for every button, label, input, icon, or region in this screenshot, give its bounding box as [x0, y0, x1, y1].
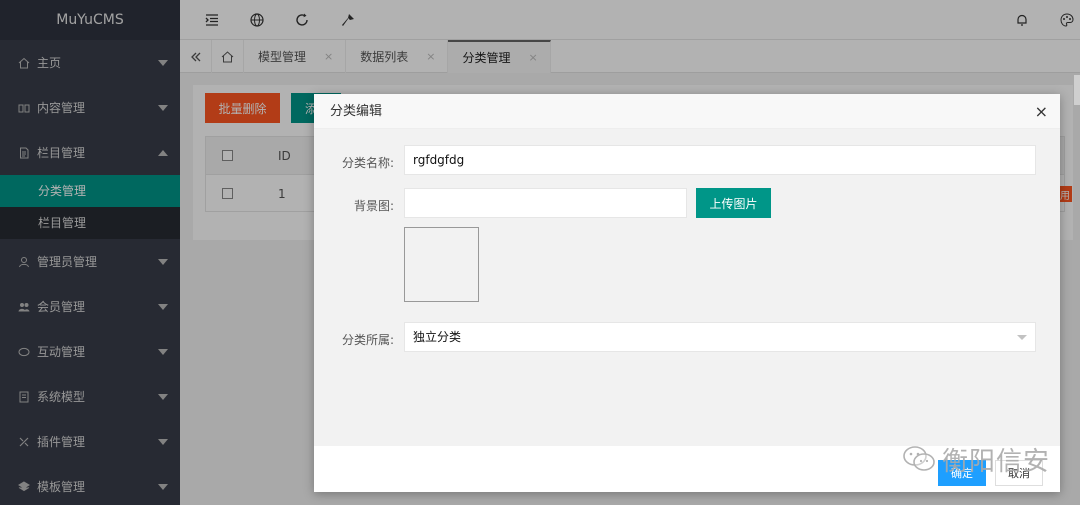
category-belong-label: 分类所属: [341, 333, 394, 347]
watermark-text: 衡阳信安 [942, 446, 1051, 477]
wechat-icon [903, 446, 935, 471]
category-name-label: 分类名称: [341, 156, 394, 170]
upload-image-button[interactable]: 上传图片 [696, 188, 771, 218]
watermark: 衡阳信安 [902, 440, 1050, 478]
image-preview [404, 227, 479, 302]
close-icon[interactable]: × [1035, 94, 1048, 129]
background-image-label: 背景图: [353, 199, 394, 213]
category-belong-select[interactable]: 独立分类 [404, 322, 1036, 352]
category-name-input[interactable]: rgfdgfdg [404, 145, 1036, 175]
select-value: 独立分类 [413, 330, 462, 344]
dialog-title-bar: 分类编辑 × [314, 94, 1060, 129]
dialog-title: 分类编辑 [330, 104, 383, 119]
scrollbar-thumb[interactable] [1074, 75, 1080, 105]
background-image-input[interactable] [404, 188, 687, 218]
category-edit-dialog: 分类编辑 × 分类名称: rgfdgfdg 背景图: 上传图片 分类所属: 独立… [314, 94, 1060, 492]
dialog-body: 分类名称: rgfdgfdg 背景图: 上传图片 分类所属: 独立分类 [314, 129, 1060, 446]
chevron-down-icon [1017, 335, 1027, 340]
